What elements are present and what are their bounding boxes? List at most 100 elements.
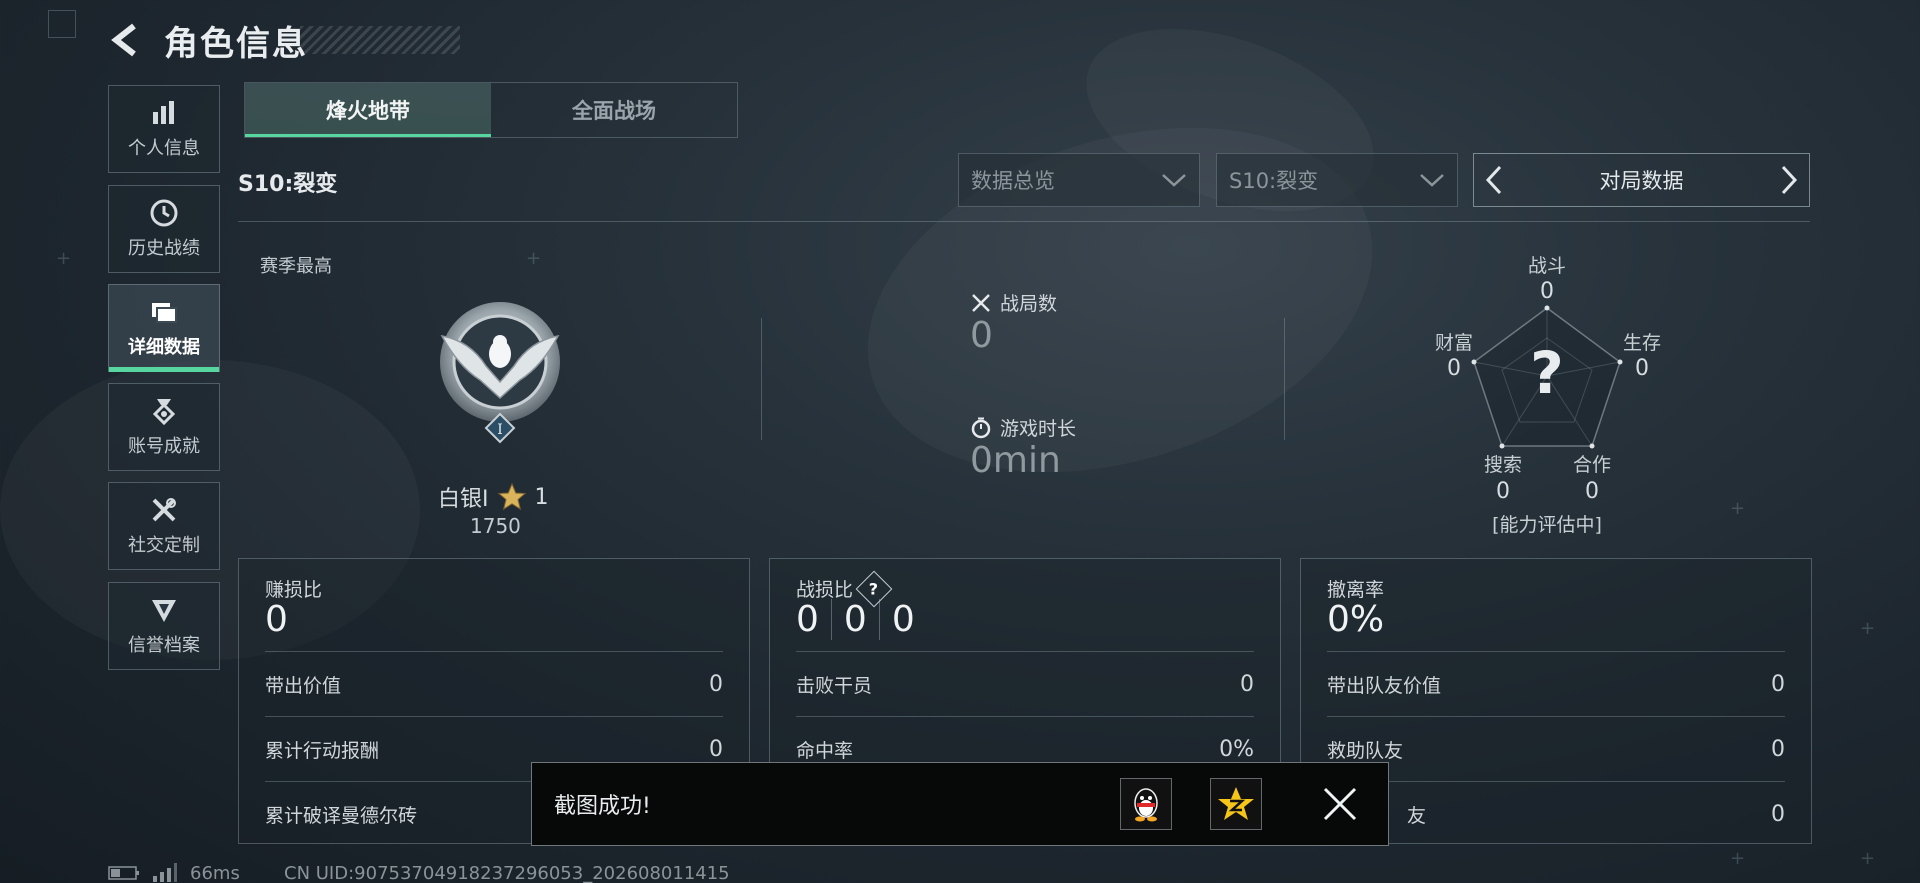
play-time-label-row: 游戏时长 <box>970 414 1076 441</box>
card-title-text: 战损比 <box>796 579 854 601</box>
sidebar-item-personal-info[interactable]: 个人信息 <box>108 85 220 173</box>
sidebar-item-social[interactable]: 社交定制 <box>108 482 220 570</box>
tools-icon <box>152 498 176 522</box>
sidebar-item-label: 个人信息 <box>128 138 200 159</box>
stat-row-value: 0 <box>1240 671 1254 697</box>
card-title-text: 撤离率 <box>1327 579 1385 601</box>
stat-row: 友0 <box>1327 781 1785 846</box>
sidebar-item-label: 历史战绩 <box>128 238 200 259</box>
stat-row-label: 友 <box>1407 804 1427 827</box>
bar-chart-icon <box>153 101 174 124</box>
card-title: 战损比 ? <box>796 570 893 607</box>
sidebar-item-label: 社交定制 <box>128 535 200 556</box>
star-icon <box>497 482 526 511</box>
stat-row-value: 0% <box>1219 736 1254 762</box>
rank-badge-icon: I <box>440 302 560 444</box>
sidebar-item-label: 信誉档案 <box>128 635 200 656</box>
folder-icon <box>152 303 177 323</box>
tab-warzone[interactable]: 烽火地带 <box>245 83 491 137</box>
play-time-value: 0min <box>970 440 1061 481</box>
matches-label-row: 战局数 <box>970 289 1057 316</box>
radar-survival-label: 生存 <box>1622 332 1661 354</box>
qzone-icon <box>1218 787 1254 820</box>
back-arrow-icon[interactable] <box>108 22 144 58</box>
card-title: 赚损比 <box>265 575 322 602</box>
signal-icon <box>153 863 177 882</box>
stat-row: 救助队友 0 <box>1327 716 1785 781</box>
data-pager: 对局数据 <box>1473 153 1810 207</box>
sidebar-item-achievements[interactable]: 账号成就 <box>108 383 220 471</box>
stat-row-value: 0 <box>709 671 723 697</box>
chevron-down-icon <box>1420 174 1444 187</box>
radar-unknown-icon: ? <box>1530 339 1564 407</box>
stat-row-label: 累计行动报酬 <box>265 739 380 762</box>
stopwatch-icon <box>971 417 991 438</box>
close-icon[interactable] <box>1320 784 1360 824</box>
chevron-down-icon <box>1162 174 1186 187</box>
ping-text: 66ms <box>190 863 240 883</box>
play-time-label: 游戏时长 <box>1000 418 1077 440</box>
qq-icon <box>1134 788 1158 822</box>
stat-row-label: 累计破译曼德尔砖 <box>265 804 418 827</box>
divider <box>761 318 762 440</box>
svg-text:I: I <box>497 422 503 438</box>
stat-row-value: 0 <box>1771 736 1785 762</box>
season-dropdown-value: S10:裂变 <box>1229 169 1319 193</box>
crossed-swords-icon <box>972 293 990 312</box>
stat-row-label: 带出价值 <box>265 674 342 697</box>
rank-stars: 1 <box>534 484 549 510</box>
chevron-right-icon[interactable] <box>1779 164 1799 196</box>
radar-combat-value: 0 <box>1540 279 1554 304</box>
stat-row-value: 0 <box>709 736 723 762</box>
radar-coop-label: 合作 <box>1572 454 1611 476</box>
radar-combat-label: 战斗 <box>1527 255 1566 277</box>
sidebar-item-history[interactable]: 历史战绩 <box>108 185 220 273</box>
screenshot-toast: 截图成功! <box>531 762 1389 846</box>
radar-coop-value: 0 <box>1585 479 1599 504</box>
chevron-left-icon[interactable] <box>1484 164 1504 196</box>
radar-survival-value: 0 <box>1635 356 1649 381</box>
battery-icon <box>108 866 139 880</box>
uid-text: CN UID:90753704918237296053_202608011415 <box>284 863 730 883</box>
tab-battlefield[interactable]: 全面战场 <box>491 83 737 137</box>
card-value: 0% <box>1327 599 1385 640</box>
page-title: 角色信息 <box>164 24 308 64</box>
card-value: 0 <box>265 599 288 640</box>
rank-name: 白银I <box>438 487 489 512</box>
title-decor <box>300 26 460 54</box>
radar-search-label: 搜索 <box>1483 454 1522 476</box>
shield-icon <box>152 600 176 622</box>
stat-row: 带出价值 0 <box>265 651 723 716</box>
sidebar-item-label: 详细数据 <box>128 337 200 358</box>
sidebar-item-credit[interactable]: 信誉档案 <box>108 582 220 670</box>
card-value: 0 <box>891 599 915 640</box>
medal-icon <box>152 399 176 426</box>
radar-status: [能力评估中] <box>1492 514 1602 536</box>
radar-search-value: 0 <box>1496 479 1510 504</box>
stat-row-label: 命中率 <box>796 739 854 762</box>
radar-wealth-label: 财富 <box>1434 332 1473 354</box>
season-label: S10:裂变 <box>238 172 338 197</box>
stat-row-label: 击败干员 <box>796 674 873 697</box>
divider <box>1284 318 1285 440</box>
mode-tabs: 烽火地带 全面战场 <box>244 82 738 138</box>
card-title-text: 赚损比 <box>265 579 323 601</box>
stat-row-value: 0 <box>1771 801 1785 827</box>
corner-decor <box>48 10 76 38</box>
sidebar-item-label: 账号成就 <box>128 436 200 457</box>
toast-message: 截图成功! <box>554 794 651 819</box>
card-value: 0 <box>832 599 880 640</box>
matches-label: 战局数 <box>1000 293 1058 315</box>
overview-dropdown[interactable]: 数据总览 <box>958 153 1200 207</box>
pager-label: 对局数据 <box>1599 169 1684 193</box>
matches-value: 0 <box>970 315 993 356</box>
sidebar-item-detailed-data[interactable]: 详细数据 <box>108 284 220 372</box>
share-qzone-button[interactable] <box>1210 778 1262 830</box>
share-qq-button[interactable] <box>1120 778 1172 830</box>
stat-row-label: 带出队友价值 <box>1327 674 1442 697</box>
season-dropdown[interactable]: S10:裂变 <box>1216 153 1458 207</box>
season-best-label: 赛季最高 <box>260 256 332 277</box>
radar-wealth-value: 0 <box>1447 356 1461 381</box>
stat-row-value: 0 <box>1771 671 1785 697</box>
card-title: 撤离率 <box>1327 575 1384 602</box>
